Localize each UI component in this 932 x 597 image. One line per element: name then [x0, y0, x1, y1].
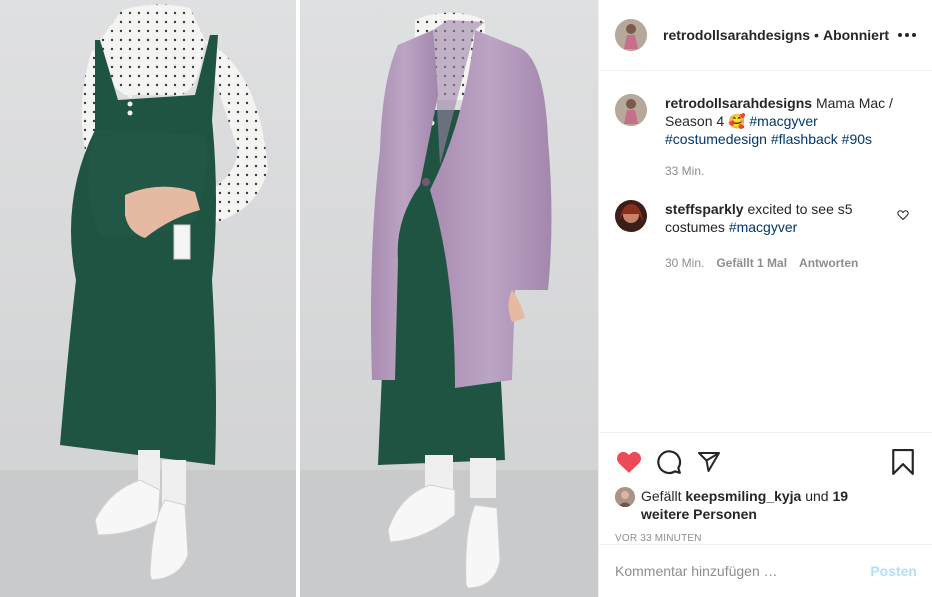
liker-avatar[interactable]: [615, 487, 635, 507]
caption-username[interactable]: retrodollsarahdesigns: [665, 95, 812, 111]
author-avatar[interactable]: [615, 19, 647, 51]
comments-section: retrodollsarahdesigns Mama Mac / Season …: [599, 72, 932, 432]
likes-conj: und: [805, 488, 829, 504]
heart-filled-icon[interactable]: [615, 448, 643, 476]
reply-button[interactable]: Antworten: [799, 254, 858, 272]
comment-username[interactable]: steffsparkly: [665, 201, 744, 217]
hashtag-link[interactable]: #costumedesign: [665, 131, 767, 147]
caption-avatar-image: [615, 94, 647, 126]
comment-likes-count[interactable]: Gefällt 1 Mal: [716, 254, 787, 272]
likes-summary: Gefällt keepsmiling_kyja und 19 weitere …: [599, 481, 932, 523]
photo-right: [300, 0, 598, 597]
comment-icon[interactable]: [655, 448, 683, 476]
comment-item: steffsparkly excited to see s5 costumes …: [615, 200, 917, 272]
likes-prefix: Gefällt: [641, 488, 682, 504]
post-comment-button[interactable]: Posten: [870, 563, 917, 579]
caption-avatar[interactable]: [615, 94, 647, 126]
post-sidebar: retrodollsarahdesigns • Abonniert retrod…: [598, 0, 932, 597]
post-header: retrodollsarahdesigns • Abonniert: [599, 0, 932, 71]
comment-time[interactable]: 30 Min.: [665, 254, 704, 272]
liker-username[interactable]: keepsmiling_kyja: [685, 488, 801, 504]
commenter-avatar-image: [615, 200, 647, 232]
post-timestamp[interactable]: VOR 33 MINUTEN: [599, 523, 932, 544]
caption: retrodollsarahdesigns Mama Mac / Season …: [615, 94, 917, 180]
caption-time[interactable]: 33 Min.: [665, 162, 704, 180]
follow-status-button[interactable]: Abonniert: [823, 27, 889, 43]
header-separator: •: [814, 27, 819, 43]
hashtag-link[interactable]: #flashback: [771, 131, 838, 147]
liker-avatar-image: [615, 487, 635, 507]
comment-input[interactable]: [615, 563, 871, 579]
post-actions: Gefällt keepsmiling_kyja und 19 weitere …: [599, 432, 932, 544]
add-comment-bar: Posten: [599, 544, 932, 597]
author-username[interactable]: retrodollsarahdesigns: [663, 27, 810, 43]
bookmark-icon[interactable]: [889, 448, 917, 476]
hashtag-link[interactable]: #macgyver: [749, 113, 817, 129]
post-photo-collage: [0, 0, 598, 597]
hashtag-link[interactable]: #90s: [842, 131, 872, 147]
hashtag-link[interactable]: #macgyver: [729, 219, 797, 235]
author-avatar-image: [615, 19, 647, 51]
share-icon[interactable]: [695, 448, 723, 476]
photo-left: [0, 0, 296, 597]
post-image[interactable]: [0, 0, 598, 597]
commenter-avatar[interactable]: [615, 200, 647, 232]
heart-outline-icon[interactable]: [897, 208, 909, 221]
more-options-icon[interactable]: [898, 26, 916, 44]
